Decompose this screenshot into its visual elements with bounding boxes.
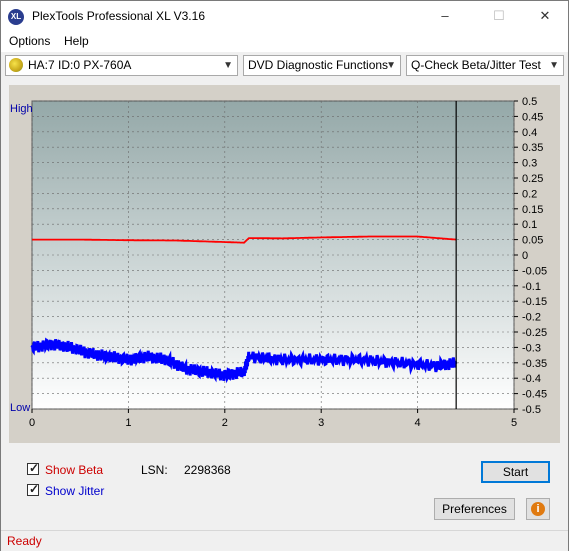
x-tick-label: 3 (318, 417, 324, 429)
y-tick-label: 0.4 (522, 127, 537, 139)
y-tick-label: -0.35 (522, 358, 547, 370)
close-button[interactable]: ✕ (522, 1, 568, 31)
start-button[interactable]: Start (481, 461, 550, 483)
chevron-down-icon: ▼ (549, 60, 559, 71)
toolbar: HA:7 ID:0 PX-760A ▼ DVD Diagnostic Funct… (1, 53, 568, 79)
y-tick-label: 0.05 (522, 235, 543, 247)
y-tick-label: -0.45 (522, 389, 547, 401)
show-beta-checkbox[interactable]: ✓ (27, 461, 40, 475)
category-select-value: DVD Diagnostic Functions (248, 58, 389, 72)
y-tick-label: 0.1 (522, 219, 537, 231)
lsn-value: 2298368 (184, 463, 231, 477)
title-bar: XL PlexTools Professional XL V3.16 – ☐ ✕ (1, 1, 568, 31)
y-tick-label: 0.25 (522, 173, 543, 185)
test-select-value: Q-Check Beta/Jitter Test (411, 58, 541, 72)
checkmark-icon: ✓ (29, 461, 40, 475)
y-tick-label: 0.15 (522, 204, 543, 216)
y-axis-high-label: High (10, 103, 33, 115)
preferences-button[interactable]: Preferences (434, 498, 515, 520)
y-tick-label: -0.4 (522, 373, 541, 385)
test-select[interactable]: Q-Check Beta/Jitter Test ▼ (406, 55, 564, 76)
chevron-down-icon: ▼ (223, 60, 233, 71)
x-tick-label: 5 (511, 417, 517, 429)
y-tick-label: -0.25 (522, 327, 547, 339)
y-tick-label: 0.2 (522, 188, 537, 200)
y-tick-label: -0.05 (522, 265, 547, 277)
category-select[interactable]: DVD Diagnostic Functions ▼ (243, 55, 401, 76)
window-title: PlexTools Professional XL V3.16 (32, 9, 205, 23)
drive-select[interactable]: HA:7 ID:0 PX-760A ▼ (5, 55, 238, 76)
checkmark-icon: ✓ (29, 482, 40, 496)
chevron-down-icon: ▼ (386, 60, 396, 71)
menu-bar: Options Help (1, 31, 568, 52)
info-button[interactable]: i (526, 498, 550, 520)
y-tick-label: -0.3 (522, 342, 541, 354)
y-axis-low-label: Low (10, 402, 30, 414)
y-tick-label: 0.3 (522, 158, 537, 170)
status-bar: Ready (1, 530, 568, 551)
y-tick-label: 0.45 (522, 111, 543, 123)
chart-panel: High Low 0.5 0.45 0.4 0.35 0.3 0.25 0.2 0.15 0.1… (9, 85, 560, 443)
y-tick-label: -0.15 (522, 296, 547, 308)
maximize-button[interactable]: ☐ (476, 1, 522, 31)
menu-help[interactable]: Help (64, 34, 89, 48)
y-tick-label: 0.5 (522, 96, 537, 108)
app-window: XL PlexTools Professional XL V3.16 – ☐ ✕… (0, 0, 569, 551)
y-tick-label: -0.1 (522, 281, 541, 293)
info-icon: i (531, 502, 545, 516)
x-tick-label: 0 (29, 417, 35, 429)
y-tick-label: 0.35 (522, 142, 543, 154)
controls-panel: ✓ Show Beta ✓ Show Jitter LSN: 2298368 S… (9, 453, 560, 525)
x-tick-label: 2 (222, 417, 228, 429)
x-tick-label: 1 (125, 417, 131, 429)
app-logo-icon: XL (8, 9, 24, 25)
show-beta-label[interactable]: Show Beta (45, 463, 103, 477)
show-jitter-checkbox[interactable]: ✓ (27, 482, 40, 496)
drive-select-value: HA:7 ID:0 PX-760A (28, 58, 132, 72)
y-tick-label: -0.5 (522, 404, 541, 416)
y-tick-label: 0 (522, 250, 528, 262)
jitter-chart: High Low 0.50.450.40.350.30.250.20.150.1… (10, 96, 547, 429)
menu-options[interactable]: Options (9, 34, 50, 48)
status-text: Ready (7, 534, 42, 548)
disc-drive-icon (9, 58, 23, 72)
show-jitter-label[interactable]: Show Jitter (45, 484, 104, 498)
x-tick-label: 4 (415, 417, 421, 429)
y-tick-label: -0.2 (522, 312, 541, 324)
lsn-label: LSN: (141, 463, 168, 477)
minimize-button[interactable]: – (422, 1, 468, 31)
